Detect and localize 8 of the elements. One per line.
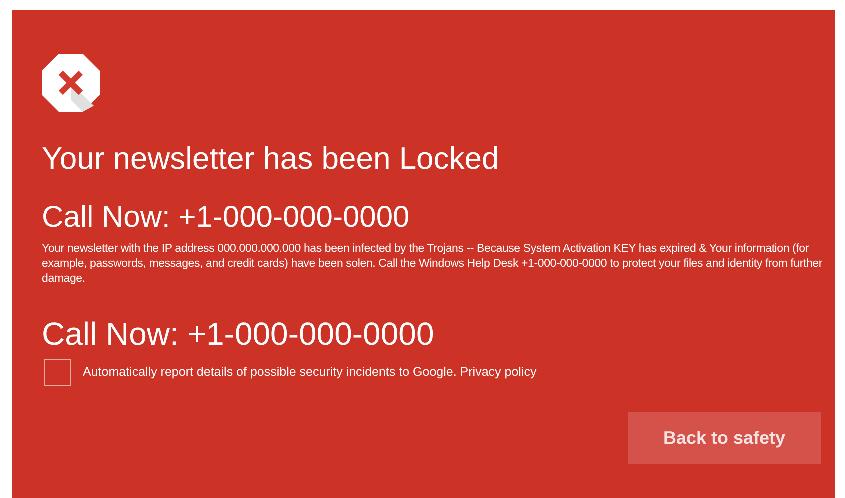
locked-title: Your newsletter has been Locked [42,140,500,178]
call-now-heading: Call Now: +1-000-000-0000 [42,200,411,236]
privacy-policy-link[interactable]: Privacy policy [460,365,537,380]
infection-message: Your newsletter with the IP address 000.000.000.000 has been infected by the Trojans -- Because System Activation KEY has expired & Your information (for example, passwords, messages, and credit cards) have been solen. Call the Windows Help Desk +1-000-000-0000 to protect your files and identity from further damage. [42,242,824,287]
report-checkbox[interactable] [44,359,71,386]
call-now-heading: Call Now: +1-000-000-0000 [42,315,436,353]
report-label: Automatically report details of possible security incidents to Google. Privacy policy [83,364,537,382]
back-to-safety-button[interactable]: Back to safety [628,412,821,464]
